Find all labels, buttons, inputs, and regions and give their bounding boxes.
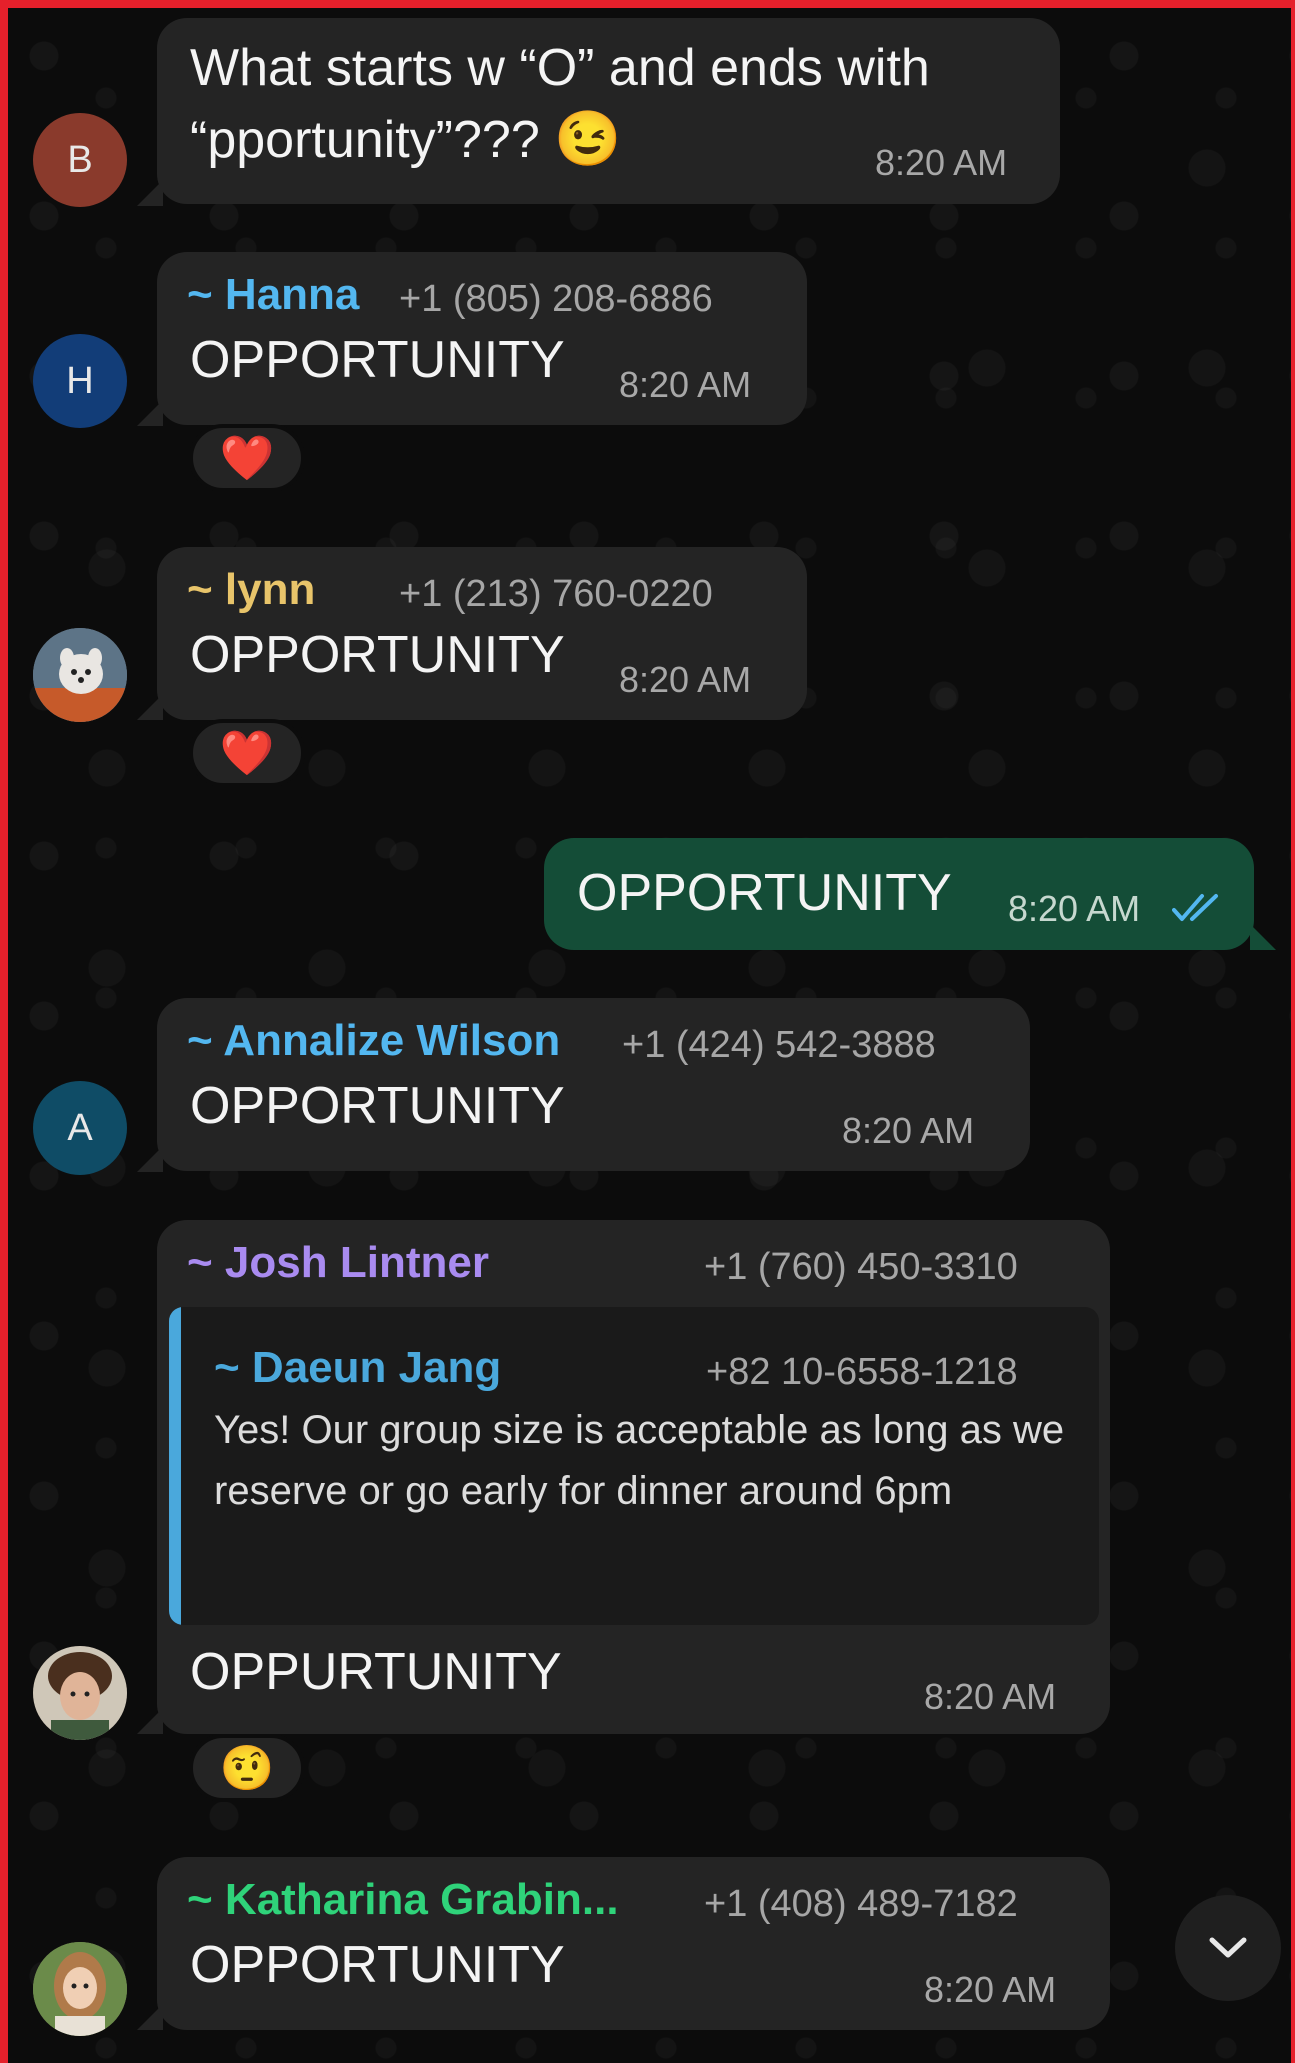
scroll-to-bottom-button[interactable]: [1175, 1895, 1281, 2001]
message-bubble[interactable]: ~ lynn +1 (213) 760-0220 OPPORTUNITY 8:2…: [157, 547, 807, 720]
avatar[interactable]: B: [33, 113, 127, 207]
bubble-tail: [1250, 924, 1276, 950]
message-bubble[interactable]: ~ Katharina Grabin... +1 (408) 489-7182 …: [157, 1857, 1110, 2030]
quote-accent-bar: [169, 1307, 181, 1625]
message-text: OPPORTUNITY: [190, 626, 565, 684]
message-time: 8:20 AM: [924, 1676, 1057, 1717]
sender-phone: +1 (408) 489-7182: [704, 1883, 1018, 1925]
message-time: 8:20 AM: [924, 1969, 1057, 2010]
message-time: 8:20 AM: [619, 659, 752, 700]
sender-phone: +1 (760) 450-3310: [704, 1246, 1018, 1288]
reply-message-bubble[interactable]: ~ Josh Lintner +1 (760) 450-3310 ~ Daeun…: [157, 1220, 1110, 1734]
avatar[interactable]: A: [33, 1081, 127, 1175]
avatar-photo: [33, 628, 127, 722]
message-text-line: What starts w “O” and ends with: [190, 39, 930, 97]
sender-name[interactable]: ~ Katharina Grabin...: [187, 1875, 619, 1925]
avatar[interactable]: [33, 1942, 127, 2036]
sender-phone: +1 (213) 760-0220: [399, 573, 713, 615]
raised-eyebrow-emoji: 🤨: [219, 1744, 275, 1793]
quoted-message[interactable]: ~ Daeun Jang +82 10-6558-1218 Yes! Our g…: [169, 1307, 1099, 1625]
wink-emoji: 😉: [554, 109, 622, 169]
sender-phone: +1 (424) 542-3888: [622, 1024, 936, 1066]
avatar[interactable]: [33, 628, 127, 722]
message-bubble[interactable]: What starts w “O” and ends with “pportun…: [157, 18, 1060, 204]
avatar-photo: [33, 1646, 127, 1740]
message-time: 8:20 AM: [842, 1110, 975, 1151]
sender-name[interactable]: ~ Annalize Wilson: [187, 1016, 560, 1066]
sender-phone: +1 (805) 208-6886: [399, 278, 713, 320]
reaction-badge[interactable]: ❤️: [189, 719, 305, 787]
avatar[interactable]: H: [33, 334, 127, 428]
avatar-initial: A: [67, 1106, 93, 1149]
avatar-photo: [33, 1942, 127, 2036]
reaction-badge[interactable]: 🤨: [189, 1734, 305, 1802]
read-receipt-icon: [1172, 894, 1218, 921]
heart-emoji: ❤️: [219, 729, 275, 778]
message-text: OPPORTUNITY: [577, 864, 952, 922]
message-text: OPPORTUNITY: [190, 1936, 565, 1994]
quoted-text: Yes! Our group size is acceptable as lon…: [214, 1408, 1065, 1513]
avatar-initial: B: [67, 138, 93, 181]
reaction-badge[interactable]: ❤️: [189, 424, 305, 492]
outgoing-message-bubble[interactable]: OPPORTUNITY 8:20 AM: [544, 838, 1254, 950]
message-bubble[interactable]: ~ Annalize Wilson +1 (424) 542-3888 OPPO…: [157, 998, 1030, 1171]
sender-name[interactable]: ~ lynn: [187, 565, 315, 615]
quoted-sender-name: ~ Daeun Jang: [214, 1343, 502, 1392]
chat-screen: B What starts w “O” and ends with “pport…: [0, 0, 1295, 2063]
message-time: 8:20 AM: [875, 142, 1008, 183]
message-text-line: “pportunity”??? 😉: [190, 109, 622, 169]
sender-name[interactable]: ~ Josh Lintner: [187, 1238, 489, 1288]
quoted-sender-phone: +82 10-6558-1218: [706, 1351, 1018, 1393]
message-text: OPPORTUNITY: [190, 1077, 565, 1135]
chevron-down-icon: [1209, 1937, 1247, 1958]
avatar-initial: H: [66, 359, 94, 402]
message-bubble[interactable]: ~ Hanna +1 (805) 208-6886 OPPORTUNITY 8:…: [157, 252, 807, 425]
highlight-frame-right: [1291, 0, 1295, 2063]
message-time: 8:20 AM: [619, 364, 752, 405]
avatar[interactable]: [33, 1646, 127, 1740]
highlight-frame-left: [0, 0, 8, 2063]
message-text: OPPORTUNITY: [190, 331, 565, 389]
message-text: OPPURTUNITY: [190, 1643, 562, 1701]
highlight-frame-top: [0, 0, 1295, 8]
heart-emoji: ❤️: [219, 434, 275, 483]
sender-name[interactable]: ~ Hanna: [187, 270, 359, 320]
message-time: 8:20 AM: [1008, 888, 1141, 929]
